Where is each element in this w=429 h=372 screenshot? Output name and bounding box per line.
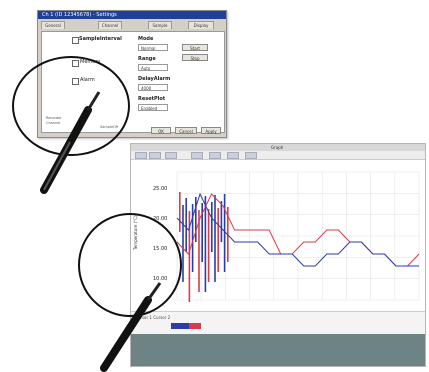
pen-icon-top xyxy=(40,91,101,194)
pen-icon-bottom xyxy=(100,282,162,372)
pen-overlay xyxy=(40,91,162,372)
